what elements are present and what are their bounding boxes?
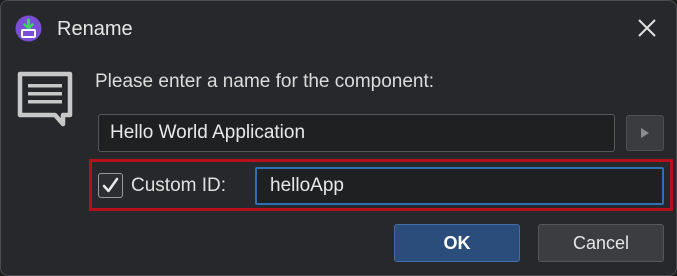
checkmark-icon (102, 177, 119, 193)
close-button[interactable] (618, 1, 676, 55)
title-bar: Rename (1, 1, 676, 55)
custom-id-label: Custom ID: (131, 175, 227, 196)
component-name-input[interactable]: Hello World Application (98, 114, 615, 152)
message-lines-icon (17, 71, 73, 127)
cancel-button[interactable]: Cancel (538, 224, 664, 262)
triangle-right-icon (641, 128, 649, 138)
close-icon (638, 19, 656, 37)
dialog-title: Rename (57, 18, 133, 40)
custom-id-input[interactable]: helloApp (255, 167, 664, 205)
rename-dialog: Rename Please enter a name for the compo… (0, 0, 677, 276)
name-options-button[interactable] (626, 115, 664, 151)
ok-button[interactable]: OK (394, 224, 520, 262)
download-box-icon (15, 15, 42, 42)
custom-id-checkbox[interactable] (98, 173, 123, 198)
prompt-label: Please enter a name for the component: (95, 71, 435, 92)
